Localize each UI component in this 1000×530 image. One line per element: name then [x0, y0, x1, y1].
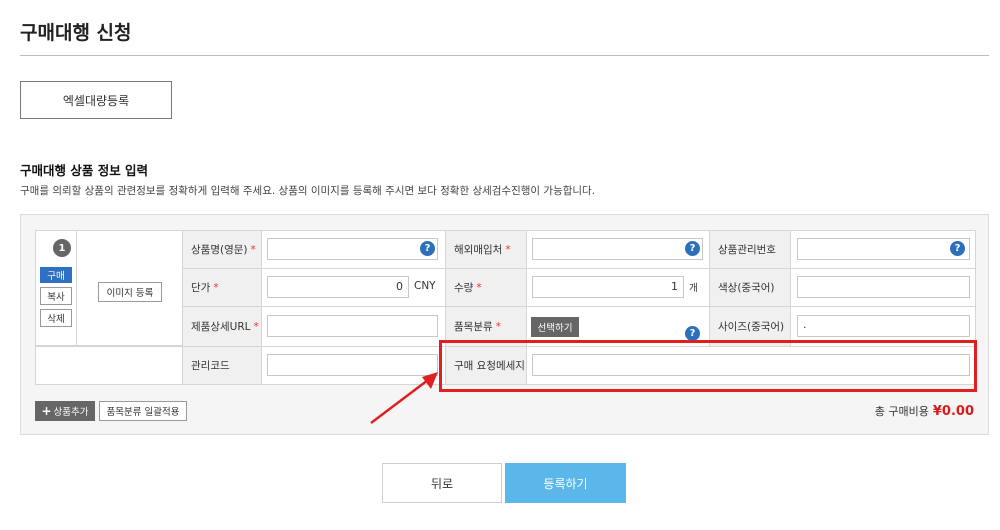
category-label: 품목분류 *	[445, 306, 527, 347]
mgmt-code-label: 관리코드	[182, 346, 262, 385]
quantity-unit: 개	[689, 283, 698, 294]
image-register-button[interactable]: 이미지 등록	[98, 282, 162, 302]
unit-price-input[interactable]: 0	[267, 276, 409, 298]
size-input[interactable]: .	[797, 315, 970, 337]
quantity-input[interactable]: 1	[532, 276, 684, 298]
color-label: 색상(중국어)	[709, 268, 791, 307]
product-form-panel: 1 구매 복사 삭제 이미지 등록 상품명(영문) * ? 해외매입처 * ? 상품…	[20, 214, 989, 435]
apply-category-all-button[interactable]: 품목분류 일괄적용	[99, 401, 187, 421]
back-button[interactable]: 뒤로	[382, 463, 502, 503]
unit-price-label: 단가 *	[182, 268, 262, 307]
total-cost: 총 구매비용 ¥0.00	[874, 404, 974, 419]
help-icon[interactable]: ?	[950, 241, 965, 256]
product-name-input[interactable]	[267, 238, 438, 260]
overseas-shop-input[interactable]	[532, 238, 703, 260]
request-message-label: 구매 요청메세지	[445, 346, 527, 385]
buy-tag-button[interactable]: 구매	[40, 267, 72, 283]
submit-button[interactable]: 등록하기	[505, 463, 626, 503]
product-code-label: 상품관리번호	[709, 230, 791, 269]
quantity-label: 수량 *	[445, 268, 527, 307]
image-cell: 이미지 등록	[76, 230, 183, 346]
product-url-label: 제품상세URL *	[182, 306, 262, 347]
request-message-input[interactable]	[532, 354, 970, 376]
overseas-shop-label: 해외매입처 *	[445, 230, 527, 269]
color-input[interactable]	[797, 276, 970, 298]
product-url-input[interactable]	[267, 315, 438, 337]
help-icon[interactable]: ?	[685, 241, 700, 256]
size-label: 사이즈(중국어)	[709, 306, 791, 347]
total-cost-value: ¥0.00	[932, 404, 974, 419]
section-description: 구매를 의뢰할 상품의 관련정보를 정확하게 입력해 주세요. 상품의 이미지를…	[20, 185, 596, 197]
currency-unit: CNY	[414, 280, 436, 292]
mgmt-code-input[interactable]	[267, 354, 438, 376]
excel-bulk-register-button[interactable]: 엑셀대량등록	[20, 81, 172, 119]
section-title: 구매대행 상품 정보 입력	[20, 163, 149, 178]
empty-cell	[35, 346, 183, 385]
add-product-button[interactable]: + 상품추가	[35, 401, 95, 421]
plus-icon: +	[41, 404, 52, 418]
item-number-badge: 1	[53, 239, 71, 257]
product-code-input[interactable]	[797, 238, 970, 260]
page-title: 구매대행 신청	[20, 22, 132, 44]
product-name-label: 상품명(영문) *	[182, 230, 262, 269]
copy-button[interactable]: 복사	[40, 287, 72, 305]
help-icon[interactable]: ?	[685, 326, 700, 341]
title-divider	[20, 55, 989, 56]
category-select-button[interactable]: 선택하기	[531, 317, 579, 337]
help-icon[interactable]: ?	[420, 241, 435, 256]
delete-button[interactable]: 삭제	[40, 309, 72, 327]
